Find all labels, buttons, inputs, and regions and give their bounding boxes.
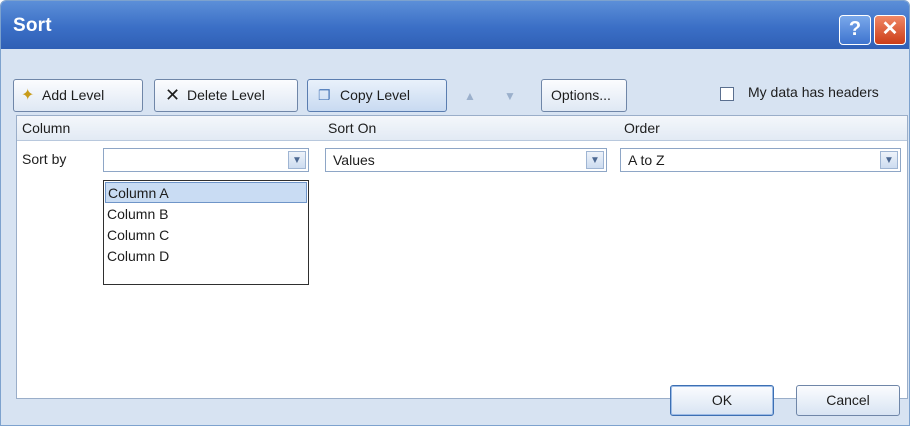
headers-checkbox-label[interactable]: My data has headers — [748, 84, 879, 100]
order-select[interactable]: A to Z ▼ — [620, 148, 901, 172]
sort-on-header: Sort On — [328, 120, 377, 136]
cancel-button[interactable]: Cancel — [796, 385, 900, 416]
dropdown-option[interactable]: Column A — [105, 182, 307, 203]
options-button[interactable]: Options... — [541, 79, 627, 112]
add-level-button[interactable]: ✦ Add Level — [13, 79, 143, 112]
delete-icon: ✕ — [165, 85, 181, 105]
sort-on-select[interactable]: Values ▼ — [325, 148, 607, 172]
sort-dialog: Sort ? ✕ ✦ Add Level ✕ Delete Level ❐ Co… — [0, 0, 910, 426]
headers-checkbox[interactable] — [720, 87, 734, 101]
copy-icon: ❐ — [318, 87, 331, 103]
column-select[interactable]: ▼ — [103, 148, 309, 172]
move-down-icon[interactable]: ▼ — [499, 85, 521, 107]
title-bar[interactable]: Sort ? ✕ — [1, 1, 909, 49]
chevron-down-icon[interactable]: ▼ — [586, 151, 604, 169]
move-up-icon[interactable]: ▲ — [459, 85, 481, 107]
dropdown-option[interactable]: Column B — [105, 204, 307, 225]
dialog-title: Sort — [13, 15, 52, 36]
sort-by-label: Sort by — [22, 151, 67, 167]
dropdown-option[interactable]: Column D — [105, 246, 307, 267]
ok-button[interactable]: OK — [670, 385, 774, 416]
column-header: Column — [22, 120, 71, 136]
copy-level-button[interactable]: ❐ Copy Level — [307, 79, 447, 112]
sort-levels-grid: Column Sort On Order Sort by ▼ Values ▼ … — [16, 115, 908, 399]
dropdown-option[interactable]: Column C — [105, 225, 307, 246]
delete-level-button[interactable]: ✕ Delete Level — [154, 79, 298, 112]
add-level-icon: ✦ — [21, 87, 35, 104]
grid-header: Column Sort On Order — [17, 116, 907, 141]
chevron-down-icon[interactable]: ▼ — [288, 151, 306, 169]
help-button[interactable]: ? — [839, 15, 871, 45]
close-button[interactable]: ✕ — [874, 15, 906, 45]
order-header: Order — [624, 120, 660, 136]
chevron-down-icon[interactable]: ▼ — [880, 151, 898, 169]
column-dropdown-list: Column A Column B Column C Column D — [103, 180, 309, 285]
